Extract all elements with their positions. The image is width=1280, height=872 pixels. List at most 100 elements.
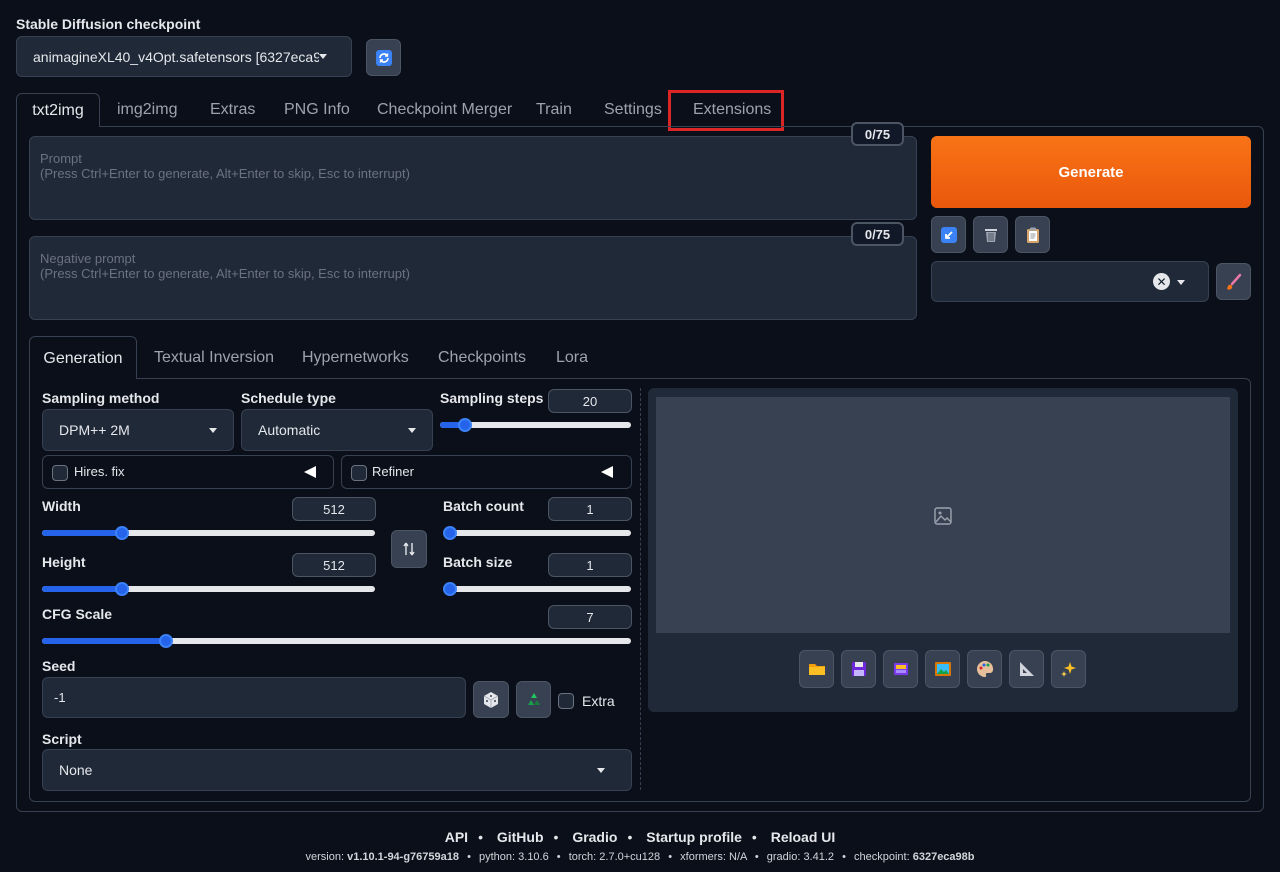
send-to-inpaint-button[interactable] [967,650,1002,688]
trash-icon [984,228,997,242]
footer-links: API • GitHub • Gradio • Startup profile • Re… [444,829,836,845]
reload-ui-link[interactable]: Reload UI [771,829,836,845]
swap-dimensions-button[interactable] [391,530,427,568]
checkpoint-dropdown[interactable]: animagineXL40_v4Opt.safetensors [6327eca… [16,36,352,77]
subtab-lora[interactable]: Lora [556,349,588,367]
cfg-scale-slider[interactable] [42,634,631,648]
checkpoint-label: Stable Diffusion checkpoint [16,16,201,32]
refresh-checkpoint-button[interactable] [366,39,401,76]
startup-profile-link[interactable]: Startup profile [646,829,742,845]
height-slider[interactable] [42,582,375,596]
batch-count-label: Batch count [443,498,524,514]
paintbrush-icon [1226,273,1241,290]
edit-styles-button[interactable] [1216,263,1251,300]
extra-seed-checkbox[interactable] [558,693,574,709]
seed-label: Seed [42,658,76,674]
slider-thumb[interactable] [443,582,457,596]
chevron-down-icon [1177,280,1185,285]
width-label: Width [42,498,81,514]
slider-thumb[interactable] [158,634,173,648]
tab-img2img[interactable]: img2img [117,101,177,119]
sampling-steps-input[interactable]: 20 [548,389,632,413]
clear-prompt-button[interactable] [973,216,1008,253]
subtab-hypernetworks[interactable]: Hypernetworks [302,349,409,367]
cfg-scale-input[interactable]: 7 [548,605,632,629]
slider-thumb[interactable] [114,526,129,540]
slider-thumb[interactable] [457,418,472,432]
gradio-link[interactable]: Gradio [572,829,617,845]
width-input[interactable]: 512 [292,497,376,521]
picture-icon [934,662,951,676]
batch-count-input[interactable]: 1 [548,497,632,521]
torch-version: torch: 2.7.0+cu128 [568,851,661,863]
read-params-button[interactable] [931,216,966,253]
tab-extras[interactable]: Extras [210,101,255,119]
zip-button[interactable] [883,650,918,688]
tab-png-info[interactable]: PNG Info [284,101,350,119]
hires-fix-accordion[interactable]: Hires. fix [42,455,334,489]
prompt-placeholder: (Press Ctrl+Enter to generate, Alt+Enter… [40,166,410,181]
slider-thumb[interactable] [443,526,457,540]
chevron-down-icon [597,767,605,773]
extra-seed-label: Extra [582,693,615,709]
tab-extensions[interactable]: Extensions [693,101,771,119]
apply-styles-button[interactable] [1015,216,1050,253]
styles-dropdown[interactable]: ✕ [931,261,1209,302]
random-seed-button[interactable] [473,681,509,718]
open-folder-button[interactable] [799,650,834,688]
swap-arrows-icon [403,542,415,556]
xformers-version: xformers: N/A [680,851,747,863]
python-version: python: 3.10.6 [479,851,549,863]
folder-icon [808,664,825,675]
batch-size-slider[interactable] [443,582,631,596]
api-link[interactable]: API [445,829,468,845]
reuse-seed-button[interactable] [516,681,551,718]
negative-prompt-token-counter: 0/75 [851,222,904,246]
negative-prompt-textarea[interactable]: Negative prompt (Press Ctrl+Enter to gen… [29,236,917,320]
column-divider [640,388,641,790]
prompt-textarea[interactable]: Prompt (Press Ctrl+Enter to generate, Al… [29,136,917,220]
clear-icon[interactable]: ✕ [1153,273,1170,290]
slider-fill [42,638,166,644]
refiner-label: Refiner [372,464,414,479]
cfg-scale-label: CFG Scale [42,606,113,622]
triangular-ruler-icon [1019,662,1034,676]
negative-prompt-title: Negative prompt [40,251,136,266]
github-link[interactable]: GitHub [497,829,544,845]
script-value: None [59,762,93,778]
chevron-down-icon [408,427,416,433]
height-input[interactable]: 512 [292,553,376,577]
subtab-textual-inversion[interactable]: Textual Inversion [154,349,274,367]
height-label: Height [42,554,86,570]
tab-settings[interactable]: Settings [604,101,662,119]
send-to-extras-button[interactable] [1009,650,1044,688]
slider-fill [42,530,122,536]
save-button[interactable] [841,650,876,688]
hires-fix-label: Hires. fix [74,464,125,479]
generate-button[interactable]: Generate [931,136,1251,208]
chevron-down-icon [209,427,217,433]
subtab-generation[interactable]: Generation [29,336,137,379]
refiner-accordion[interactable]: Refiner [341,455,632,489]
sampling-method-dropdown[interactable]: DPM++ 2M [42,409,234,451]
send-to-img2img-button[interactable] [925,650,960,688]
batch-count-slider[interactable] [443,526,631,540]
refiner-checkbox[interactable] [351,465,367,481]
prompt-title: Prompt [40,151,82,166]
dice-icon [483,691,499,708]
schedule-type-dropdown[interactable]: Automatic [241,409,433,451]
sampling-steps-slider[interactable] [440,418,631,432]
seed-input[interactable]: -1 [42,677,466,718]
subtab-checkpoints[interactable]: Checkpoints [438,349,526,367]
slider-thumb[interactable] [114,582,129,596]
width-slider[interactable] [42,526,375,540]
upscale-button[interactable] [1051,650,1086,688]
slider-track [443,586,631,592]
hires-fix-checkbox[interactable] [52,465,68,481]
tab-train[interactable]: Train [536,101,572,119]
script-dropdown[interactable]: None [42,749,632,791]
tab-txt2img[interactable]: txt2img [16,93,100,127]
subtab-label: Generation [43,350,123,367]
batch-size-input[interactable]: 1 [548,553,632,577]
tab-checkpoint-merger[interactable]: Checkpoint Merger [377,101,512,119]
